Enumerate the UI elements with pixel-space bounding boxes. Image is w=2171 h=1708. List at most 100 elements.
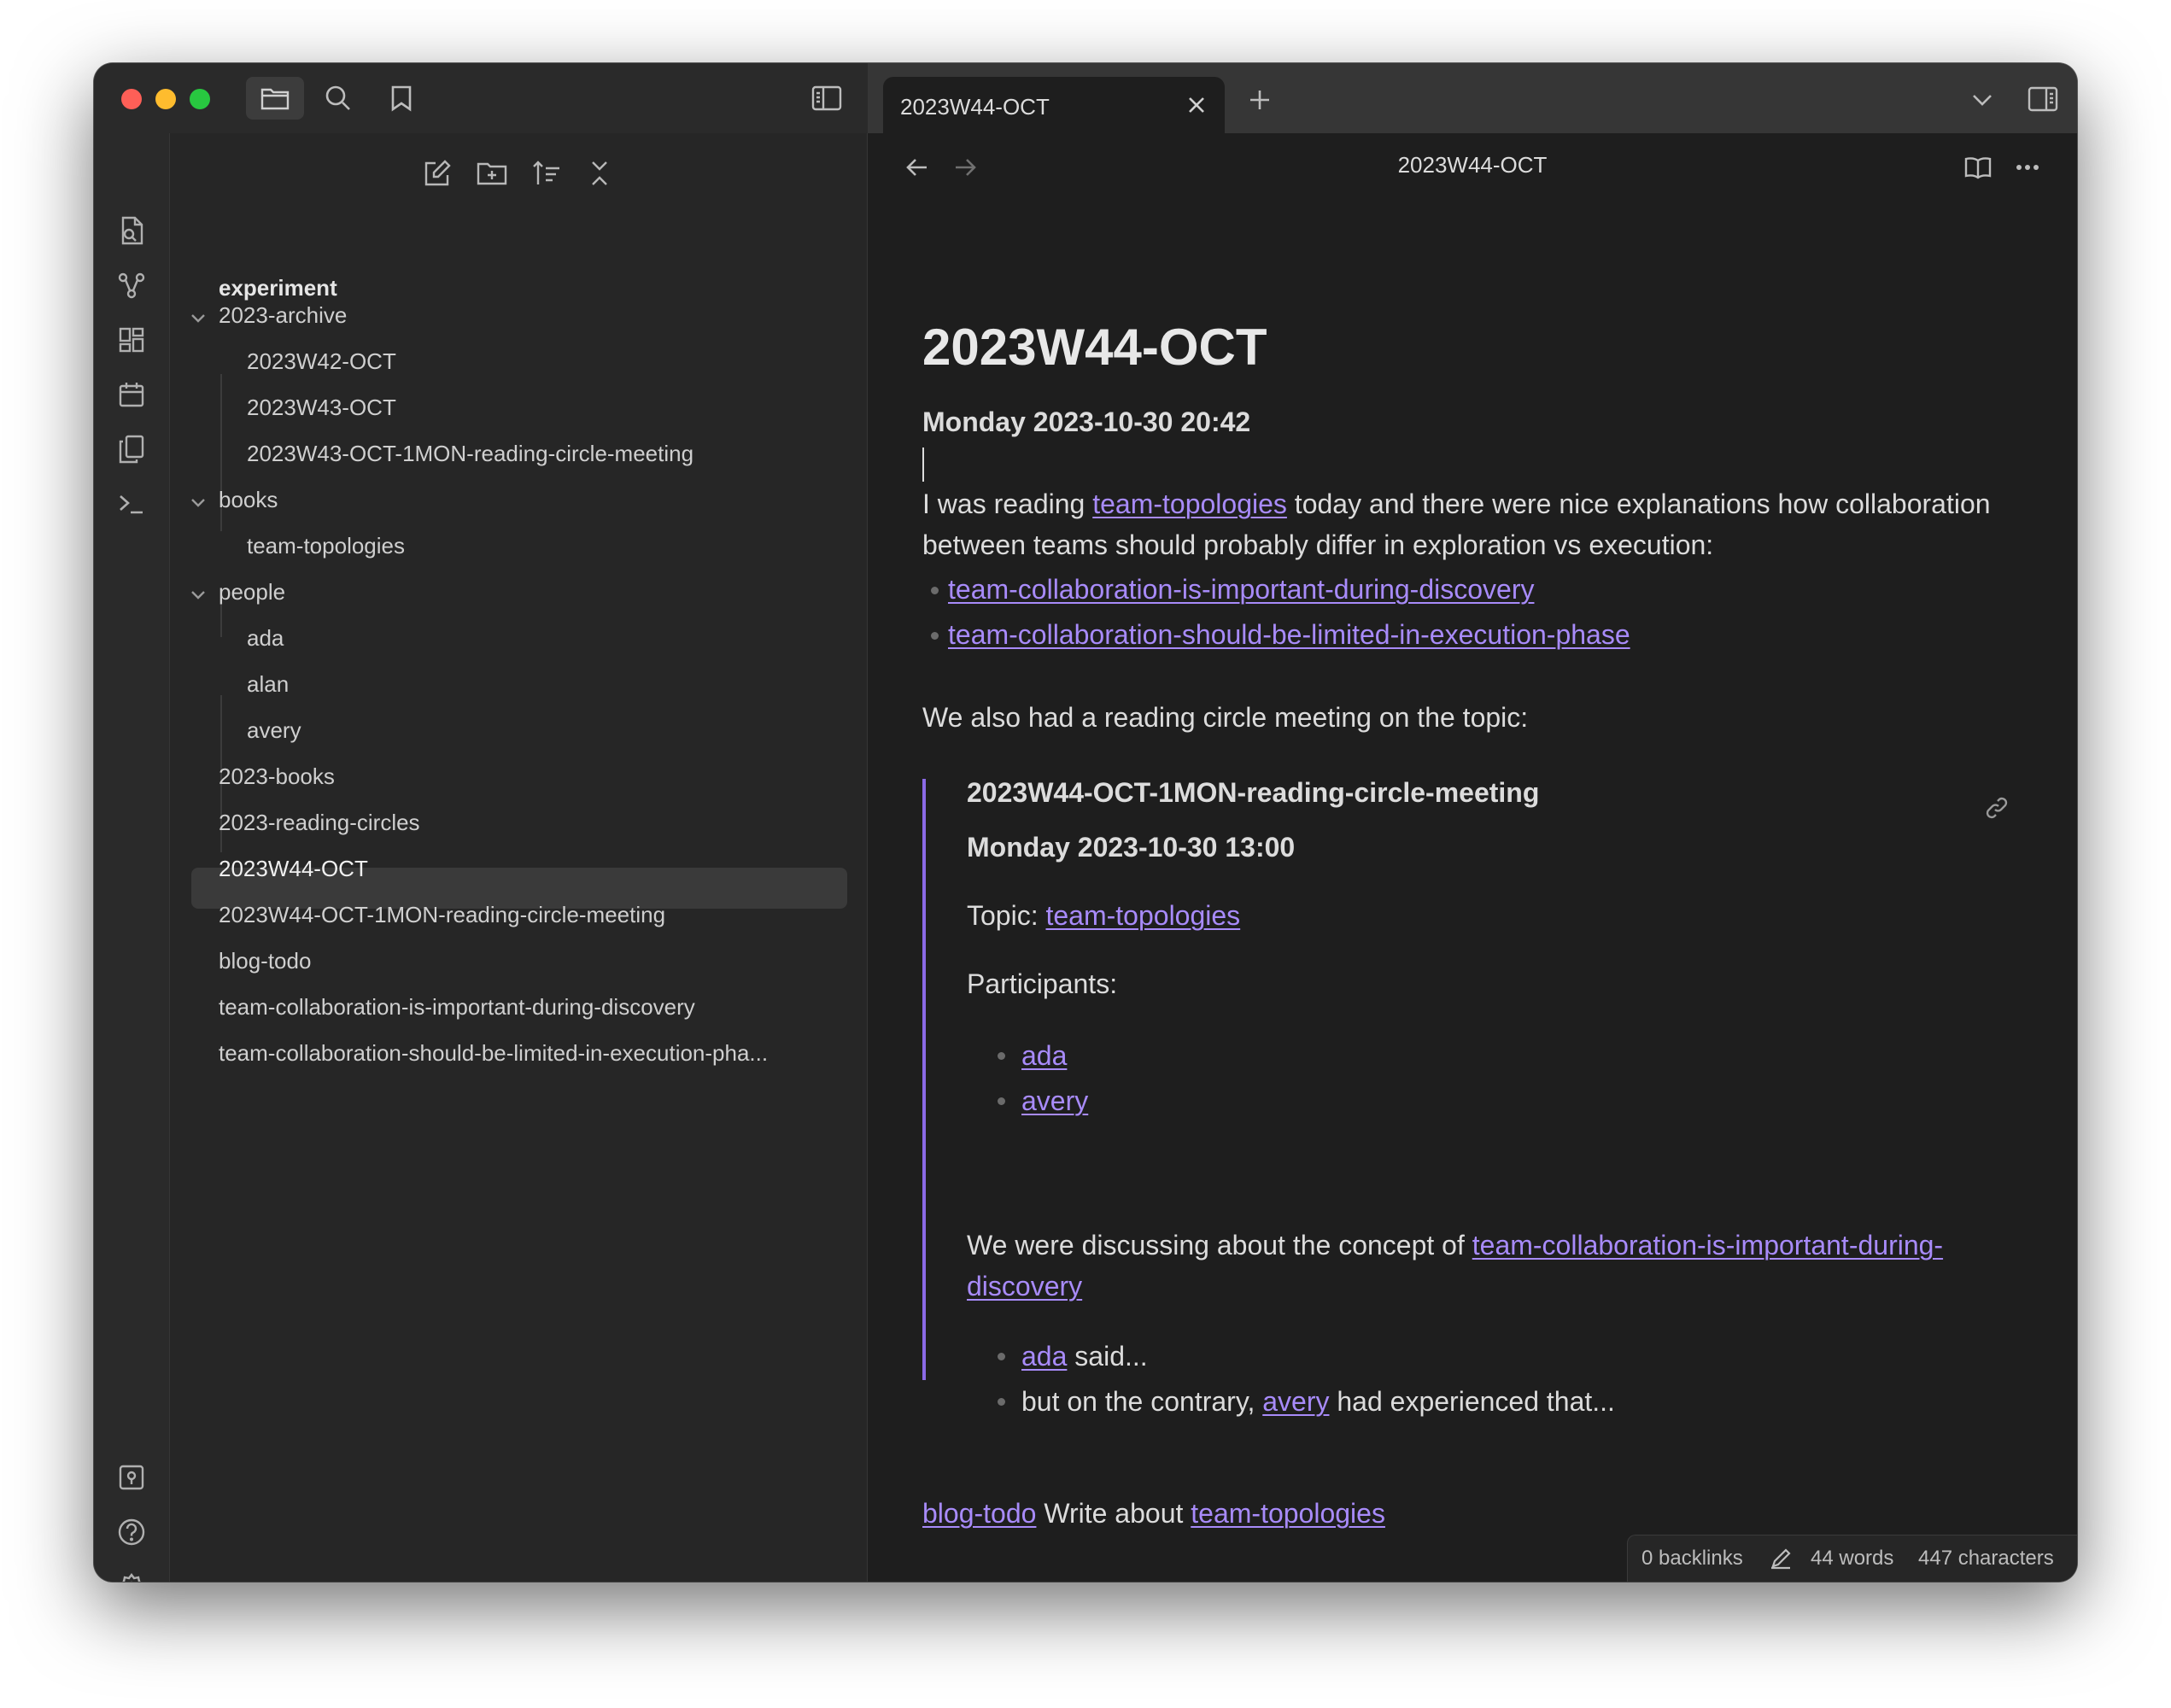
discussion-item: ada said... bbox=[1021, 1336, 1148, 1377]
reading-view-button[interactable] bbox=[1959, 150, 1997, 184]
file-item[interactable]: 2023W42-OCT bbox=[247, 348, 396, 375]
settings-icon bbox=[117, 1572, 146, 1582]
file-item[interactable]: 2023-books bbox=[219, 763, 335, 790]
link-blog-todo[interactable]: blog-todo bbox=[922, 1498, 1036, 1529]
link-participant-ada[interactable]: ada bbox=[1021, 1040, 1067, 1071]
new-folder-icon bbox=[477, 161, 507, 186]
collapse-all-button[interactable] bbox=[578, 152, 621, 195]
tab-active-note[interactable]: 2023W44-OCT bbox=[883, 77, 1225, 133]
app-window: 2023W44-OCT experiment 2023-archive 2023… bbox=[94, 63, 2077, 1582]
link-said-ada[interactable]: ada bbox=[1021, 1341, 1067, 1372]
more-options-button[interactable] bbox=[2009, 150, 2046, 184]
folder-item[interactable]: people bbox=[219, 579, 285, 605]
new-note-icon bbox=[423, 159, 452, 188]
bookmarks-button[interactable] bbox=[372, 77, 430, 120]
ribbon-command-palette[interactable] bbox=[113, 485, 150, 523]
link-icon bbox=[1984, 795, 2010, 821]
more-horizontal-icon bbox=[2016, 164, 2039, 171]
note-header-title[interactable]: 2023W44-OCT bbox=[868, 152, 2077, 178]
list-item: team-collaboration-should-be-limited-in-… bbox=[948, 614, 1630, 655]
tree-guide-books bbox=[220, 603, 222, 637]
link-topic-team-topologies[interactable]: team-topologies bbox=[1045, 900, 1240, 931]
link-team-topologies[interactable]: team-topologies bbox=[1092, 488, 1287, 519]
link-participant-avery[interactable]: avery bbox=[1021, 1085, 1088, 1116]
bullet-dot bbox=[998, 1398, 1005, 1406]
file-item[interactable]: 2023W44-OCT bbox=[219, 856, 368, 882]
sort-icon bbox=[532, 160, 561, 187]
minimize-window-button[interactable] bbox=[155, 89, 176, 109]
edit-mode-icon[interactable] bbox=[1766, 1544, 1795, 1573]
text-cursor bbox=[922, 447, 924, 482]
new-folder-button[interactable] bbox=[471, 152, 513, 195]
link-part-b: discovery bbox=[967, 1271, 1083, 1301]
vault-switcher-icon bbox=[118, 1464, 145, 1491]
toggle-left-sidebar-button[interactable] bbox=[798, 77, 856, 120]
link-contrary-avery[interactable]: avery bbox=[1262, 1386, 1329, 1417]
tab-close-button[interactable] bbox=[1180, 89, 1213, 121]
link-footer-team-topologies[interactable]: team-topologies bbox=[1191, 1498, 1385, 1529]
ribbon-quick-switcher[interactable] bbox=[113, 212, 150, 249]
ribbon-vault-switcher[interactable] bbox=[113, 1459, 150, 1496]
participant-item: ada bbox=[1021, 1035, 1067, 1076]
embed-discussion: We were discussing about the concept of … bbox=[967, 1225, 2017, 1307]
file-item[interactable]: blog-todo bbox=[219, 948, 311, 974]
file-item[interactable]: 2023W43-OCT bbox=[247, 395, 396, 421]
date-heading: Monday 2023-10-30 20:42 bbox=[922, 407, 1251, 437]
file-explorer: experiment 2023-archive 2023W42-OCT 2023W4… bbox=[170, 133, 869, 1582]
folder-item[interactable]: 2023-archive bbox=[219, 302, 347, 329]
file-item[interactable]: team-collaboration-is-important-during-d… bbox=[219, 994, 695, 1021]
file-item[interactable]: team-collaboration-should-be-limited-in-… bbox=[219, 1040, 768, 1067]
ribbon-help[interactable] bbox=[113, 1513, 150, 1551]
chevron-down-icon[interactable] bbox=[185, 490, 211, 516]
vault-name[interactable]: experiment bbox=[219, 275, 337, 301]
file-item[interactable]: avery bbox=[247, 717, 301, 744]
folder-item[interactable]: books bbox=[219, 487, 278, 513]
bullet-dot bbox=[931, 587, 939, 594]
participant-item: avery bbox=[1021, 1080, 1088, 1121]
new-tab-button[interactable] bbox=[1242, 82, 1278, 118]
topic-label: Topic: bbox=[967, 900, 1046, 931]
close-window-button[interactable] bbox=[121, 89, 142, 109]
intro-text-1: I was reading bbox=[922, 488, 1093, 519]
ribbon-settings[interactable] bbox=[113, 1568, 150, 1582]
ribbon-templates[interactable] bbox=[113, 430, 150, 468]
contrary-text-1: but on the contrary, bbox=[1021, 1386, 1263, 1417]
file-item[interactable]: 2023W43-OCT-1MON-reading-circle-meeting bbox=[247, 441, 693, 467]
ribbon-canvas[interactable] bbox=[113, 321, 150, 359]
canvas-icon bbox=[118, 326, 145, 354]
chevron-down-icon[interactable] bbox=[185, 582, 211, 608]
ribbon-daily-note[interactable] bbox=[113, 376, 150, 413]
file-item[interactable]: 2023-reading-circles bbox=[219, 810, 420, 836]
open-embed-link-button[interactable] bbox=[1978, 789, 2016, 827]
editor-pane: 2023W44-OCT 2023W44-OCT Monday 2023-10-3… bbox=[868, 133, 2077, 1582]
files-view-button[interactable] bbox=[246, 77, 304, 120]
ribbon-graph-view[interactable] bbox=[113, 266, 150, 304]
embed-date: Monday 2023-10-30 13:00 bbox=[967, 832, 1296, 863]
embed-topic: Topic: team-topologies bbox=[967, 895, 1240, 936]
ribbon bbox=[94, 133, 170, 1582]
word-count: 44 words bbox=[1811, 1547, 1894, 1570]
link-collab-execution[interactable]: team-collaboration-should-be-limited-in-… bbox=[948, 619, 1630, 650]
search-button[interactable] bbox=[309, 77, 367, 120]
bullet-dot bbox=[998, 1052, 1005, 1060]
book-open-icon bbox=[1964, 155, 1992, 179]
toggle-right-sidebar-button[interactable] bbox=[2024, 80, 2062, 118]
character-count: 447 characters bbox=[1918, 1547, 2054, 1570]
tab-list-button[interactable] bbox=[1964, 82, 2000, 118]
backlinks-count[interactable]: 0 backlinks bbox=[1641, 1547, 1743, 1571]
sort-button[interactable] bbox=[525, 152, 568, 195]
new-note-button[interactable] bbox=[416, 152, 459, 195]
discussion-item: but on the contrary, avery had experienc… bbox=[1021, 1381, 1615, 1422]
file-item[interactable]: team-topologies bbox=[247, 533, 405, 559]
help-icon bbox=[117, 1518, 146, 1547]
bullet-dot bbox=[998, 1097, 1005, 1105]
link-part-a: team-collaboration-is-important-during- bbox=[1472, 1230, 1944, 1261]
link-collab-discovery[interactable]: team-collaboration-is-important-during-d… bbox=[948, 574, 1534, 605]
zoom-window-button[interactable] bbox=[190, 89, 210, 109]
file-item[interactable]: alan bbox=[247, 671, 289, 698]
title-bar-left bbox=[94, 63, 868, 133]
discussion-text: We were discussing about the concept of bbox=[967, 1230, 1472, 1261]
file-item[interactable]: 2023W44-OCT-1MON-reading-circle-meeting bbox=[219, 902, 665, 928]
file-item[interactable]: ada bbox=[247, 625, 284, 652]
chevron-down-icon[interactable] bbox=[185, 306, 211, 331]
